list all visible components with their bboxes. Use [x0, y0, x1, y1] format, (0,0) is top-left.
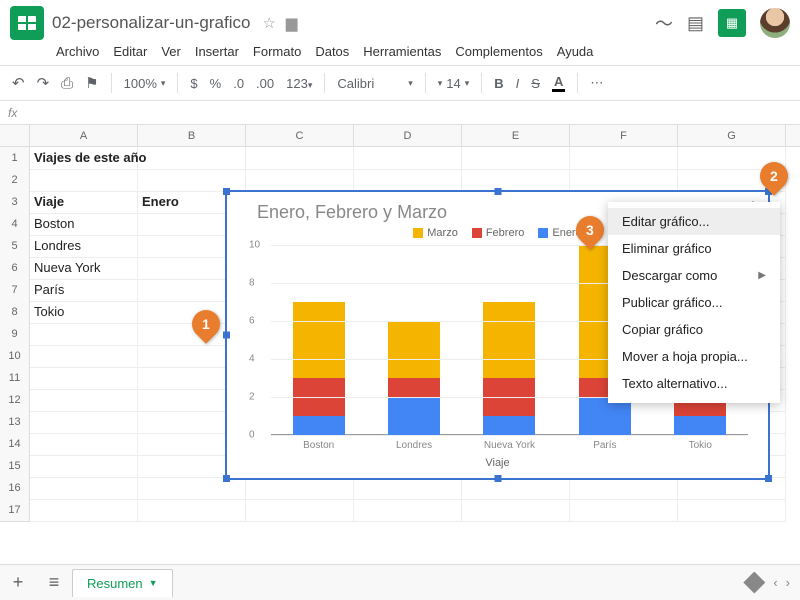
- folder-icon[interactable]: ▆: [286, 14, 298, 32]
- bold-button[interactable]: B: [494, 76, 503, 91]
- menu-view[interactable]: Ver: [161, 44, 181, 59]
- ctx-copy-chart[interactable]: Copiar gráfico: [608, 316, 780, 343]
- italic-button[interactable]: I: [516, 76, 520, 91]
- scroll-right-icon[interactable]: ›: [786, 575, 790, 590]
- trend-icon[interactable]: 〜: [655, 10, 673, 36]
- undo-icon[interactable]: ↶: [12, 74, 25, 92]
- add-sheet-button[interactable]: +: [0, 572, 36, 593]
- menu-insert[interactable]: Insertar: [195, 44, 239, 59]
- sheet-tab-resumen[interactable]: Resumen▼: [72, 569, 173, 597]
- percent-button[interactable]: %: [210, 76, 222, 91]
- font-size-select[interactable]: ▾14▾: [438, 76, 470, 91]
- menu-data[interactable]: Datos: [315, 44, 349, 59]
- comment-icon[interactable]: ▤: [687, 13, 704, 34]
- zoom-select[interactable]: 100%▾: [124, 76, 166, 91]
- dec-dec-button[interactable]: .0: [233, 76, 244, 91]
- scroll-left-icon[interactable]: ‹: [773, 575, 777, 590]
- menu-help[interactable]: Ayuda: [557, 44, 594, 59]
- menu-format[interactable]: Formato: [253, 44, 301, 59]
- explore-button[interactable]: [743, 572, 765, 594]
- font-color-button[interactable]: A: [552, 74, 565, 92]
- column-headers: ABCDEFG: [0, 125, 800, 147]
- print-icon[interactable]: ⎙: [61, 75, 73, 92]
- formula-bar[interactable]: fx: [0, 101, 800, 125]
- all-sheets-button[interactable]: ≡: [36, 572, 72, 593]
- chart-context-menu: Editar gráfico... Eliminar gráfico Desca…: [608, 202, 780, 403]
- ctx-publish-chart[interactable]: Publicar gráfico...: [608, 289, 780, 316]
- dec-inc-button[interactable]: .00: [256, 76, 274, 91]
- menubar: Archivo Editar Ver Insertar Formato Dato…: [10, 40, 790, 65]
- num-format-button[interactable]: 123▾: [286, 76, 312, 91]
- menu-tools[interactable]: Herramientas: [363, 44, 441, 59]
- doc-title[interactable]: 02-personalizar-un-grafico: [52, 13, 250, 33]
- ctx-edit-chart[interactable]: Editar gráfico...: [608, 208, 780, 235]
- header: 02-personalizar-un-grafico ☆ ▆ 〜 ▤ ▦ Arc…: [0, 0, 800, 65]
- menu-file[interactable]: Archivo: [56, 44, 99, 59]
- paint-icon[interactable]: ⚑: [85, 74, 98, 92]
- ctx-move-own-sheet[interactable]: Mover a hoja propia...: [608, 343, 780, 370]
- chart-xlabel: Viaje: [227, 457, 768, 469]
- menu-addons[interactable]: Complementos: [455, 44, 542, 59]
- currency-button[interactable]: $: [190, 76, 197, 91]
- ctx-download-as[interactable]: Descargar como▶: [608, 262, 780, 289]
- toolbar: ↶ ↷ ⎙ ⚑ 100%▾ $ % .0 .00 123▾ Calibri▾ ▾…: [0, 65, 800, 101]
- more-button[interactable]: ⋯: [590, 75, 603, 91]
- redo-icon[interactable]: ↷: [37, 74, 50, 92]
- avatar[interactable]: [760, 8, 790, 38]
- font-select[interactable]: Calibri▾: [337, 76, 412, 91]
- ctx-delete-chart[interactable]: Eliminar gráfico: [608, 235, 780, 262]
- menu-edit[interactable]: Editar: [113, 44, 147, 59]
- strike-button[interactable]: S: [531, 76, 540, 91]
- star-icon[interactable]: ☆: [262, 14, 275, 32]
- share-button[interactable]: ▦: [718, 9, 746, 37]
- sheets-logo[interactable]: [10, 6, 44, 40]
- footer: + ≡ Resumen▼ ‹ ›: [0, 564, 800, 600]
- ctx-alt-text[interactable]: Texto alternativo...: [608, 370, 780, 397]
